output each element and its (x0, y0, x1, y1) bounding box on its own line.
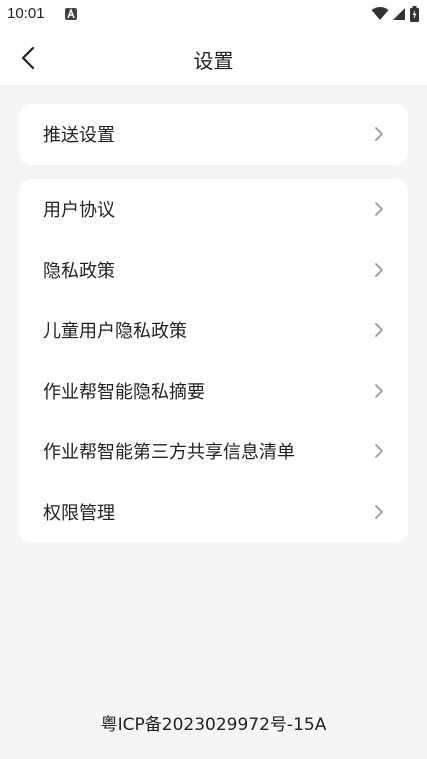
status-time: 10:01 (7, 5, 45, 22)
status-icons (371, 6, 419, 22)
settings-item-permissions[interactable]: 权限管理 (19, 482, 408, 543)
chevron-right-icon (375, 127, 383, 142)
settings-item-label: 儿童用户隐私政策 (43, 321, 187, 343)
settings-item-push[interactable]: 推送设置 (19, 104, 408, 165)
nav-bar: 设置 (0, 30, 427, 85)
settings-item-privacy-policy[interactable]: 隐私政策 (19, 240, 408, 301)
chevron-right-icon (375, 383, 383, 398)
chevron-right-icon (375, 202, 383, 217)
settings-item-child-privacy[interactable]: 儿童用户隐私政策 (19, 300, 408, 361)
status-bar: 10:01 (0, 0, 427, 30)
settings-item-label: 用户协议 (43, 200, 115, 222)
settings-group-privacy: 用户协议 隐私政策 儿童用户隐私政策 作业帮智能隐私摘要 作业帮智能第三方共享信… (19, 179, 408, 542)
signal-icon (393, 8, 405, 20)
a-notification-icon (65, 8, 77, 20)
settings-item-user-agreement[interactable]: 用户协议 (19, 179, 408, 240)
chevron-right-icon (375, 262, 383, 277)
settings-group-push: 推送设置 (19, 104, 408, 165)
settings-item-third-party-list[interactable]: 作业帮智能第三方共享信息清单 (19, 421, 408, 482)
settings-item-label: 作业帮智能第三方共享信息清单 (43, 442, 295, 464)
settings-item-label: 隐私政策 (43, 260, 115, 282)
chevron-right-icon (375, 323, 383, 338)
settings-item-privacy-summary[interactable]: 作业帮智能隐私摘要 (19, 361, 408, 422)
settings-item-label: 权限管理 (43, 502, 115, 524)
chevron-right-icon (375, 444, 383, 459)
settings-item-label: 作业帮智能隐私摘要 (43, 381, 205, 403)
settings-item-label: 推送设置 (43, 125, 115, 147)
chevron-right-icon (375, 504, 383, 519)
page-title: 设置 (193, 49, 234, 73)
icp-license-text: 粤ICP备2023029972号-15A (100, 715, 327, 735)
battery-icon (410, 6, 419, 22)
wifi-icon (371, 7, 389, 20)
